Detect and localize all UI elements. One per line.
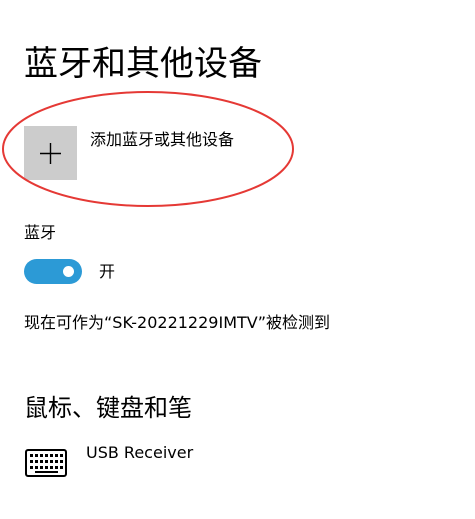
- bluetooth-toggle[interactable]: [24, 259, 82, 284]
- keyboard-icon: [25, 449, 67, 477]
- discoverable-status-text: 现在可作为“SK-20221229IMTV”被检测到: [24, 313, 331, 332]
- device-item-usb-receiver[interactable]: USB Receiver: [24, 440, 324, 480]
- device-name: USB Receiver: [86, 443, 194, 462]
- bluetooth-heading: 蓝牙: [24, 223, 57, 242]
- add-device-tile[interactable]: [24, 126, 77, 180]
- mouse-keyboard-pen-heading: 鼠标、键盘和笔: [24, 394, 192, 422]
- add-device-label: 添加蓝牙或其他设备: [90, 130, 235, 149]
- bluetooth-toggle-knob: [63, 266, 74, 277]
- add-device-button[interactable]: 添加蓝牙或其他设备: [24, 126, 324, 182]
- page-title: 蓝牙和其他设备: [24, 44, 262, 84]
- bluetooth-toggle-state-label: 开: [99, 262, 116, 281]
- plus-icon: [40, 143, 61, 164]
